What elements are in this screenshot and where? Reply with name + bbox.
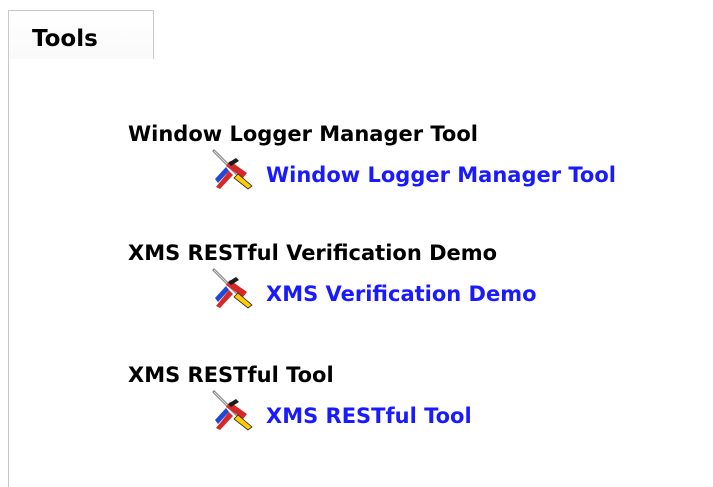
tools-icon[interactable]: [208, 267, 256, 309]
tools-page: Tools Window Logger Manager Tool Window …: [0, 0, 713, 487]
panel-left-border: [8, 58, 9, 487]
tool-section-xms-restful: XMS RESTful Tool XMS RESTful Tool: [128, 363, 472, 431]
window-logger-link[interactable]: Window Logger Manager Tool: [266, 165, 616, 186]
tool-title: XMS RESTful Tool: [128, 363, 334, 387]
tool-section-window-logger: Window Logger Manager Tool Window Logger…: [128, 122, 616, 190]
tools-icon[interactable]: [208, 148, 256, 190]
tool-section-xms-verification: XMS RESTful Verification Demo XMS Verifi…: [128, 241, 537, 309]
tool-title: Window Logger Manager Tool: [128, 122, 478, 146]
xms-restful-tool-link[interactable]: XMS RESTful Tool: [266, 406, 472, 427]
tool-title: XMS RESTful Verification Demo: [128, 241, 498, 265]
xms-verification-demo-link[interactable]: XMS Verification Demo: [266, 284, 537, 305]
tab-tools-label[interactable]: Tools: [32, 28, 98, 51]
tools-icon[interactable]: [208, 389, 256, 431]
